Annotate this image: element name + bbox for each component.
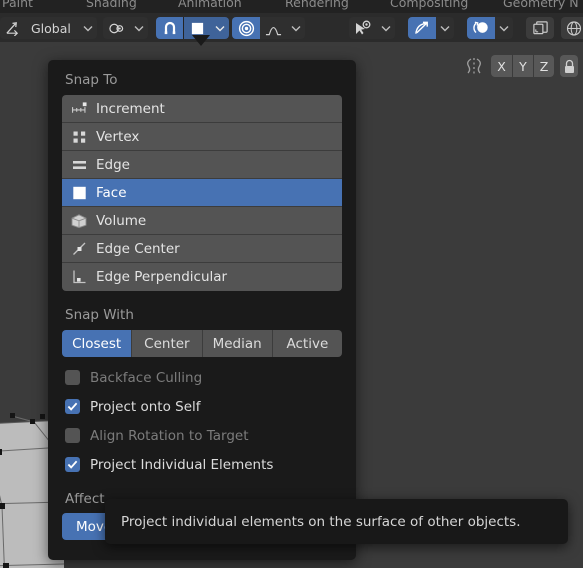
lock-icon[interactable] (560, 55, 578, 77)
xray-toggle-icon[interactable] (526, 17, 554, 39)
chevron-down-icon[interactable] (211, 17, 229, 39)
snap-popover-panel: Snap To Increment Vertex Edge Face Volum… (48, 60, 356, 560)
snap-to-item-increment[interactable]: Increment (62, 95, 342, 123)
snap-to-item-label: Edge (96, 156, 130, 173)
chevron-down-icon[interactable] (377, 17, 395, 39)
snap-to-item-edge-center[interactable]: Edge Center (62, 235, 342, 263)
check-icon (67, 402, 78, 411)
checkbox-backface-culling[interactable]: Backface Culling (48, 363, 356, 392)
checkbox-box[interactable] (65, 428, 80, 443)
snap-to-item-face[interactable]: Face (62, 179, 342, 207)
snap-with-option-closest[interactable]: Closest (62, 330, 133, 357)
symmetry-axis-row[interactable]: X Y Z (463, 54, 578, 78)
symmetry-axis-y[interactable]: Y (512, 55, 533, 77)
chevron-down-icon[interactable] (130, 17, 148, 39)
proportional-editing-group[interactable] (232, 17, 305, 39)
chevron-down-icon[interactable] (287, 17, 305, 39)
checkbox-align-rotation-to-target[interactable]: Align Rotation to Target (48, 421, 356, 450)
snap-to-item-label: Edge Perpendicular (96, 269, 228, 285)
proportional-editing-icon[interactable] (232, 17, 260, 39)
snap-edge-center-icon (62, 241, 96, 257)
tab-shading[interactable]: Shading (86, 0, 137, 10)
snap-to-item-label: Increment (96, 100, 165, 117)
chevron-down-icon[interactable] (78, 17, 97, 39)
snap-with-options[interactable]: Closest Center Median Active (62, 330, 342, 357)
checkbox-box[interactable] (65, 399, 80, 414)
check-icon (67, 460, 78, 469)
snap-to-label: Snap To (65, 72, 118, 88)
pivot-point-icon[interactable] (103, 17, 130, 39)
viewport-header-toolbar: Global (0, 13, 583, 42)
magnet-icon[interactable] (156, 17, 183, 39)
viewport-shading-icon[interactable] (561, 17, 583, 39)
snap-to-item-label: Volume (96, 212, 147, 229)
snap-increment-icon (62, 101, 96, 116)
overlays-group[interactable] (467, 17, 513, 39)
chevron-down-icon[interactable] (436, 17, 454, 39)
snap-with-option-center[interactable]: Center (132, 330, 203, 357)
snap-to-list[interactable]: Increment Vertex Edge Face Volume Edge C… (62, 95, 342, 291)
transform-orientation-value[interactable]: Global (25, 17, 79, 39)
symmetry-axis-buttons[interactable]: X Y Z (491, 55, 554, 77)
tab-compositing[interactable]: Compositing (390, 0, 468, 10)
checkbox-label: Project onto Self (90, 398, 201, 415)
snap-to-item-label: Edge Center (96, 240, 180, 257)
popup-pointer-arrow (192, 35, 210, 46)
object-visibility-icon[interactable] (349, 17, 377, 39)
tooltip-text: Project individual elements on the surfa… (121, 513, 521, 530)
snap-edge-perpendicular-icon (62, 269, 96, 285)
checkbox-box[interactable] (65, 457, 80, 472)
snap-to-item-vertex[interactable]: Vertex (62, 123, 342, 151)
snap-with-option-median[interactable]: Median (202, 330, 273, 357)
snap-volume-icon (62, 213, 96, 229)
checkbox-box[interactable] (65, 370, 80, 385)
snap-face-icon (62, 185, 96, 201)
snap-with-label: Snap With (65, 307, 134, 323)
xray-toggle-group[interactable] (526, 17, 554, 39)
tab-geometry-nodes[interactable]: Geometry N (503, 0, 579, 10)
tab-paint[interactable]: Paint (2, 0, 33, 10)
checkbox-label: Align Rotation to Target (90, 427, 249, 444)
tab-rendering[interactable]: Rendering (285, 0, 349, 10)
snap-vertex-icon (62, 129, 96, 145)
gizmo-icon[interactable] (408, 17, 436, 39)
symmetry-axis-z[interactable]: Z (533, 55, 554, 77)
checkbox-project-individual-elements[interactable]: Project Individual Elements (48, 450, 356, 479)
symmetry-axis-x[interactable]: X (491, 55, 512, 77)
snap-to-item-label: Face (96, 184, 127, 201)
workspace-tab-strip[interactable]: Paint Shading Animation Rendering Compos… (0, 0, 583, 13)
tab-animation[interactable]: Animation (178, 0, 242, 10)
falloff-curve-icon[interactable] (260, 17, 287, 39)
gizmo-group[interactable] (408, 17, 454, 39)
mirror-symmetry-icon (463, 57, 485, 75)
tooltip: Project individual elements on the surfa… (105, 499, 568, 544)
checkbox-label: Backface Culling (90, 369, 203, 386)
blender-window: Paint Shading Animation Rendering Compos… (0, 0, 583, 568)
object-visibility-group[interactable] (349, 17, 395, 39)
pivot-point-group[interactable] (103, 17, 148, 39)
snap-with-option-active[interactable]: Active (272, 330, 342, 357)
overlays-icon[interactable] (467, 17, 495, 39)
transform-orientation-group[interactable]: Global (0, 17, 97, 39)
chevron-down-icon[interactable] (495, 17, 513, 39)
snap-to-item-volume[interactable]: Volume (62, 207, 342, 235)
viewport-shading-group[interactable] (561, 17, 583, 39)
snap-to-item-label: Vertex (96, 128, 140, 145)
checkbox-label: Project Individual Elements (90, 456, 274, 473)
snap-to-item-edge[interactable]: Edge (62, 151, 342, 179)
transform-orientation-icon (0, 17, 25, 39)
checkbox-project-onto-self[interactable]: Project onto Self (48, 392, 356, 421)
snap-edge-icon (62, 157, 96, 173)
snap-to-item-edge-perpendicular[interactable]: Edge Perpendicular (62, 263, 342, 291)
